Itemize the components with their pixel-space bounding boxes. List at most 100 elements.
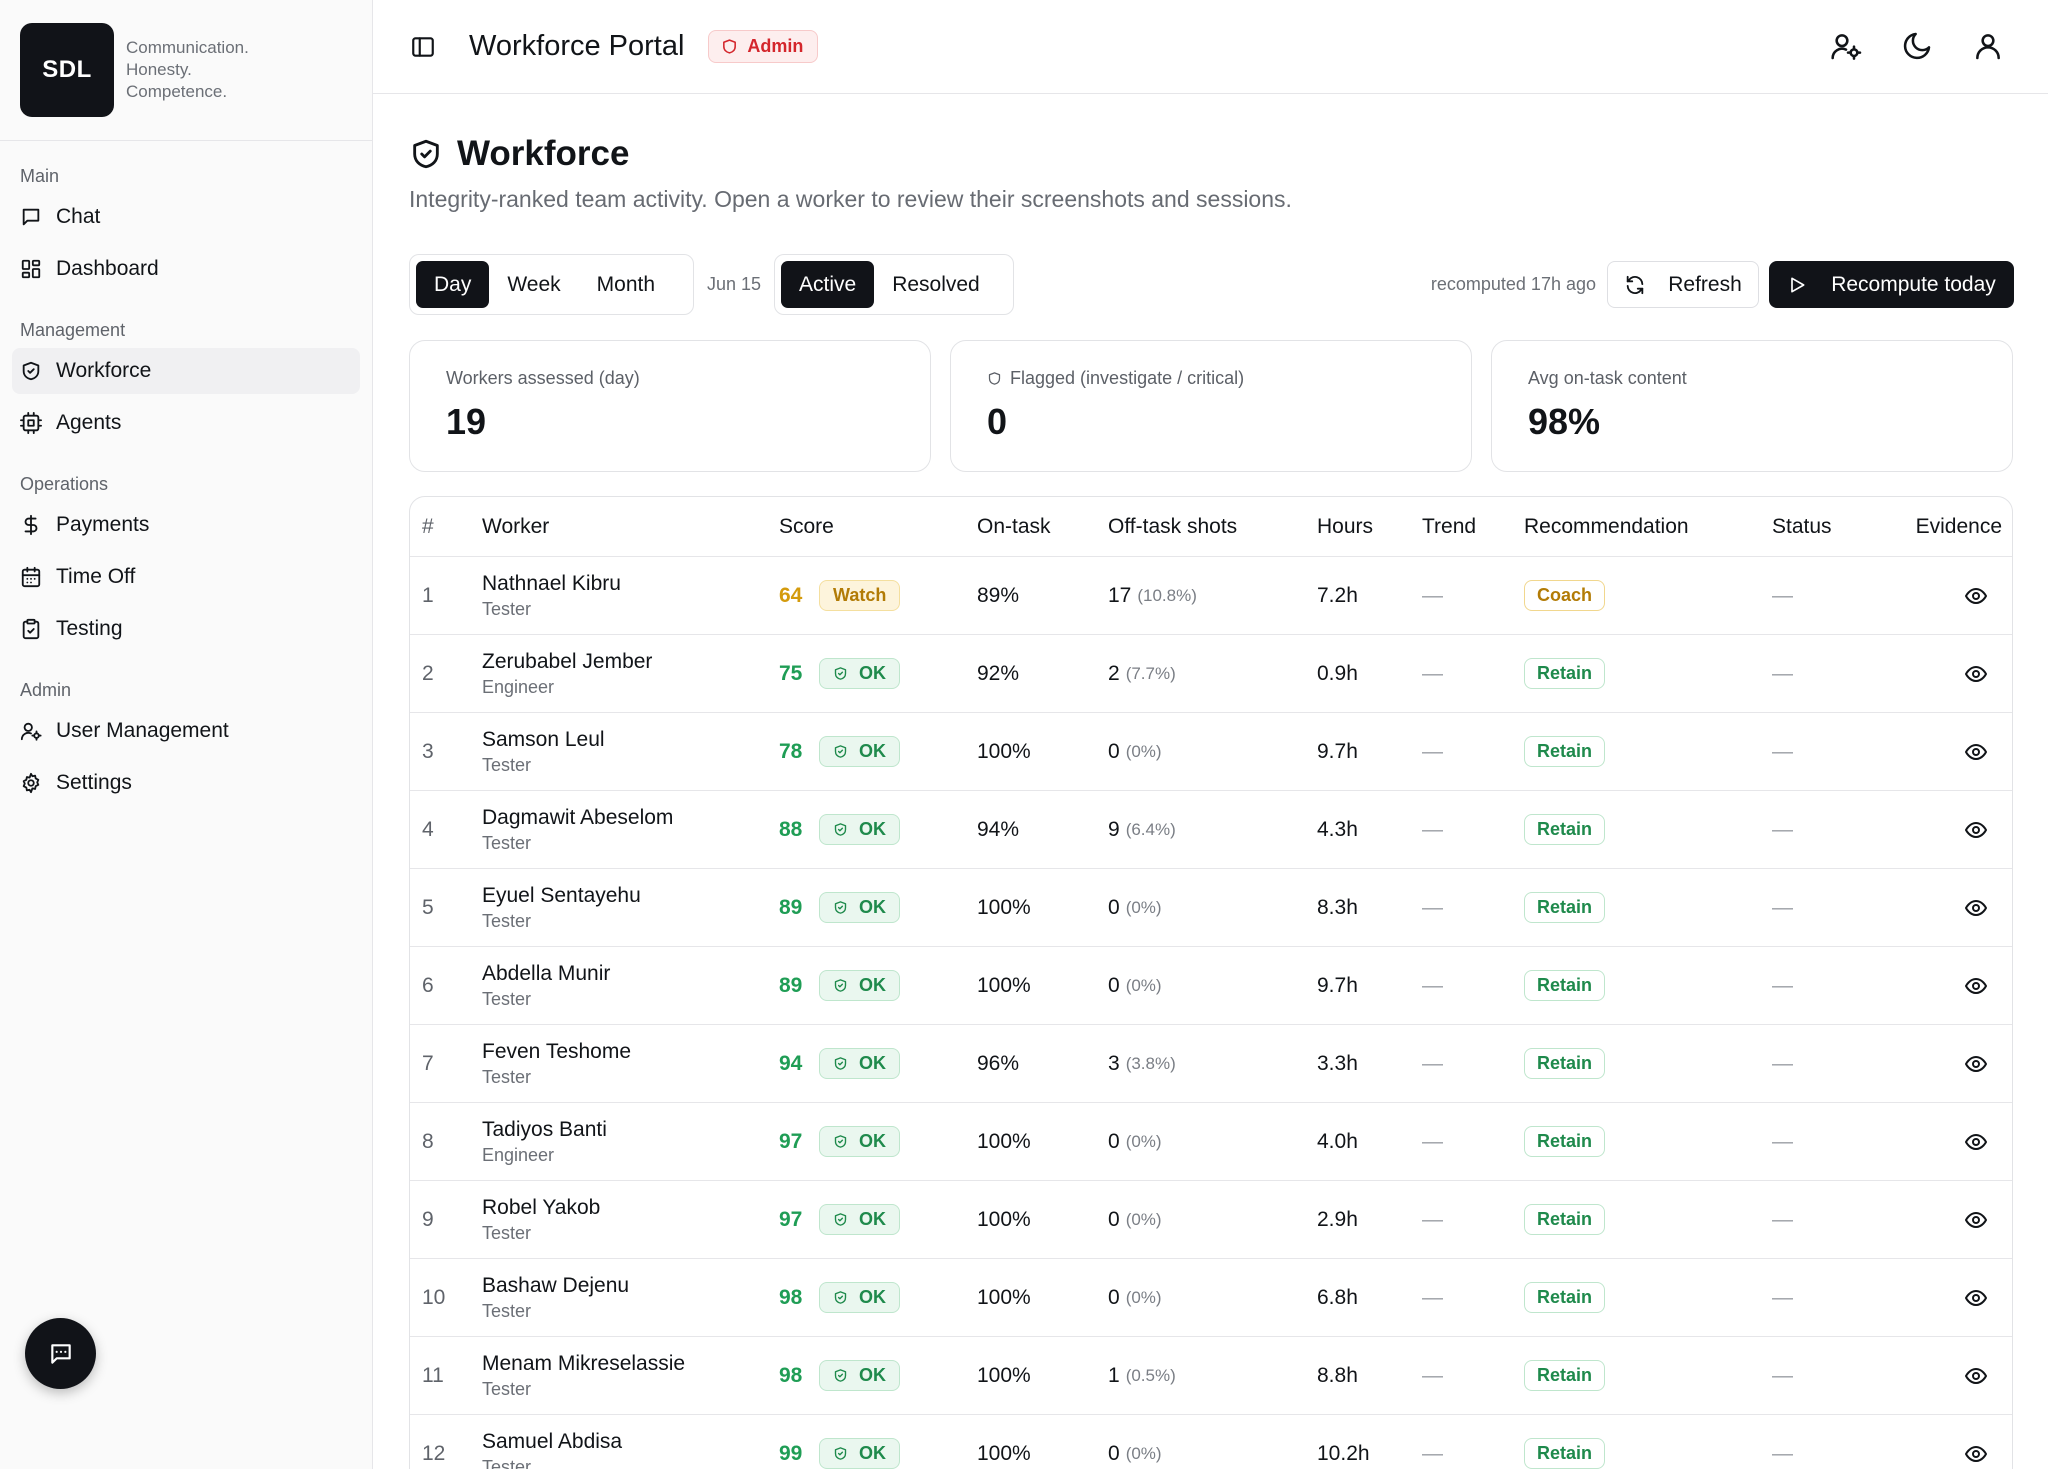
worker-name[interactable]: Samson Leul xyxy=(482,727,605,753)
worker-name[interactable]: Robel Yakob xyxy=(482,1195,600,1221)
score-cell: 64 Watch xyxy=(779,557,901,634)
row-index: 12 xyxy=(422,1441,446,1465)
evidence-button[interactable] xyxy=(1862,557,2012,634)
worker-cell[interactable]: Eyuel Sentayehu Tester xyxy=(482,869,641,946)
table-row[interactable]: 4 Dagmawit Abeselom Tester 88 OK 94% 9 (6.4%) 4.… xyxy=(410,791,2012,869)
evidence-button[interactable] xyxy=(1862,1415,2012,1469)
chat-fab-button[interactable] xyxy=(25,1318,96,1389)
refresh-button[interactable]: Refresh xyxy=(1607,261,1759,308)
moon-icon[interactable] xyxy=(1901,30,1933,62)
user-icon[interactable] xyxy=(1972,30,2004,62)
nav-section: Management Workforce Agents xyxy=(0,318,372,446)
worker-cell[interactable]: Robel Yakob Tester xyxy=(482,1181,600,1258)
sidebar-item-user-management[interactable]: User Management xyxy=(12,708,360,754)
offtask-cell: 0 (0%) xyxy=(1108,713,1162,790)
worker-cell[interactable]: Dagmawit Abeselom Tester xyxy=(482,791,673,868)
worker-cell[interactable]: Tadiyos Banti Engineer xyxy=(482,1103,607,1180)
col-header-trend[interactable]: Trend xyxy=(1422,497,1476,556)
col-header-status[interactable]: Status xyxy=(1772,497,1832,556)
table-row[interactable]: 2 Zerubabel Jember Engineer 75 OK 92% 2 (7.7%) 0… xyxy=(410,635,2012,713)
recomputed-timestamp: recomputed 17h ago xyxy=(1430,274,1596,294)
tab-resolved[interactable]: Resolved xyxy=(874,261,998,308)
recommendation-badge: Retain xyxy=(1524,1360,1606,1391)
user-cog-icon[interactable] xyxy=(1830,30,1862,62)
worker-cell[interactable]: Samson Leul Tester xyxy=(482,713,605,790)
worker-cell[interactable]: Menam Mikreselassie Tester xyxy=(482,1337,685,1414)
worker-cell[interactable]: Feven Teshome Tester xyxy=(482,1025,631,1102)
shield-check-icon xyxy=(834,1135,847,1148)
status-value: — xyxy=(1772,1207,1793,1231)
table-row[interactable]: 5 Eyuel Sentayehu Tester 89 OK 100% 0 (0%) 8.3h —… xyxy=(410,869,2012,947)
tab-week[interactable]: Week xyxy=(489,261,578,308)
evidence-button[interactable] xyxy=(1862,635,2012,712)
sidebar-item-workforce[interactable]: Workforce xyxy=(12,348,360,394)
tab-day[interactable]: Day xyxy=(416,261,490,308)
tab-month[interactable]: Month xyxy=(579,261,673,308)
worker-name[interactable]: Dagmawit Abeselom xyxy=(482,805,673,831)
evidence-button[interactable] xyxy=(1862,713,2012,790)
ontask-value: 100% xyxy=(977,1285,1031,1309)
sidebar-item-dashboard[interactable]: Dashboard xyxy=(12,246,360,292)
worker-name[interactable]: Nathnael Kibru xyxy=(482,571,621,597)
evidence-button[interactable] xyxy=(1862,791,2012,868)
shield-check-icon xyxy=(834,823,847,836)
offtask-count: 2 xyxy=(1108,661,1120,685)
col-header-worker[interactable]: Worker xyxy=(482,497,549,556)
ontask-value: 94% xyxy=(977,817,1020,841)
table-row[interactable]: 3 Samson Leul Tester 78 OK 100% 0 (0%) 9.7h — Reta… xyxy=(410,713,2012,791)
sidebar-item-agents[interactable]: Agents xyxy=(12,400,360,446)
worker-name[interactable]: Samuel Abdisa xyxy=(482,1429,622,1455)
table-row[interactable]: 10 Bashaw Dejenu Tester 98 OK 100% 0 (0%) 6.8h — R… xyxy=(410,1259,2012,1337)
worker-name[interactable]: Tadiyos Banti xyxy=(482,1117,607,1143)
evidence-button[interactable] xyxy=(1862,947,2012,1024)
sidebar-item-payments[interactable]: Payments xyxy=(12,502,360,548)
col-header-score[interactable]: Score xyxy=(779,497,834,556)
offtask-percent: (6.4%) xyxy=(1125,819,1176,839)
sidebar-item-chat[interactable]: Chat xyxy=(12,194,360,240)
table-row[interactable]: 9 Robel Yakob Tester 97 OK 100% 0 (0%) 2.9h — Reta… xyxy=(410,1181,2012,1259)
sidebar-item-testing[interactable]: Testing xyxy=(12,606,360,652)
evidence-button[interactable] xyxy=(1862,1025,2012,1102)
logo[interactable]: SDL xyxy=(20,23,114,117)
table-row[interactable]: 8 Tadiyos Banti Engineer 97 OK 100% 0 (0%) 4.0h —… xyxy=(410,1103,2012,1181)
recommendation-badge: Retain xyxy=(1524,1282,1606,1313)
status-value: — xyxy=(1772,817,1793,841)
eye-icon xyxy=(1965,587,1987,604)
table-row[interactable]: 11 Menam Mikreselassie Tester 98 OK 100% 1 (0.5… xyxy=(410,1337,2012,1415)
evidence-button[interactable] xyxy=(1862,1181,2012,1258)
status-value: — xyxy=(1772,1285,1793,1309)
worker-cell[interactable]: Bashaw Dejenu Tester xyxy=(482,1259,629,1336)
evidence-button[interactable] xyxy=(1862,869,2012,946)
worker-name[interactable]: Abdella Munir xyxy=(482,961,610,987)
col-header-recommendation[interactable]: Recommendation xyxy=(1524,497,1689,556)
worker-name[interactable]: Feven Teshome xyxy=(482,1039,631,1065)
worker-name[interactable]: Zerubabel Jember xyxy=(482,649,652,675)
worker-name[interactable]: Eyuel Sentayehu xyxy=(482,883,641,909)
sidebar-item-time-off[interactable]: Time Off xyxy=(12,554,360,600)
evidence-button[interactable] xyxy=(1862,1103,2012,1180)
col-header-index[interactable]: # xyxy=(422,497,434,556)
worker-name[interactable]: Menam Mikreselassie xyxy=(482,1351,685,1377)
worker-cell[interactable]: Nathnael Kibru Tester xyxy=(482,557,621,634)
row-index: 7 xyxy=(422,1051,434,1075)
worker-cell[interactable]: Zerubabel Jember Engineer xyxy=(482,635,652,712)
sidebar-toggle-icon[interactable] xyxy=(410,34,436,60)
col-header-hours[interactable]: Hours xyxy=(1317,497,1373,556)
col-header-offtask[interactable]: Off-task shots xyxy=(1108,497,1237,556)
sidebar-item-settings[interactable]: Settings xyxy=(12,760,360,806)
ontask-value: 100% xyxy=(977,1207,1031,1231)
user-cog-icon xyxy=(20,722,42,741)
worker-cell[interactable]: Samuel Abdisa Tester xyxy=(482,1415,622,1469)
table-row[interactable]: 6 Abdella Munir Tester 89 OK 100% 0 (0%) 9.7h — Re… xyxy=(410,947,2012,1025)
recompute-today-button[interactable]: Recompute today xyxy=(1769,261,2014,308)
offtask-percent: (0%) xyxy=(1125,897,1162,917)
table-row[interactable]: 7 Feven Teshome Tester 94 OK 96% 3 (3.8%) 3.3h — R… xyxy=(410,1025,2012,1103)
evidence-button[interactable] xyxy=(1862,1337,2012,1414)
col-header-ontask[interactable]: On-task xyxy=(977,497,1051,556)
worker-cell[interactable]: Abdella Munir Tester xyxy=(482,947,610,1024)
worker-name[interactable]: Bashaw Dejenu xyxy=(482,1273,629,1299)
table-row[interactable]: 1 Nathnael Kibru Tester 64 Watch 89% 17 (10.8%)… xyxy=(410,557,2012,635)
evidence-button[interactable] xyxy=(1862,1259,2012,1336)
tab-active[interactable]: Active xyxy=(781,261,875,308)
table-row[interactable]: 12 Samuel Abdisa Tester 99 OK 100% 0 (0%) 10.2h —… xyxy=(410,1415,2012,1469)
